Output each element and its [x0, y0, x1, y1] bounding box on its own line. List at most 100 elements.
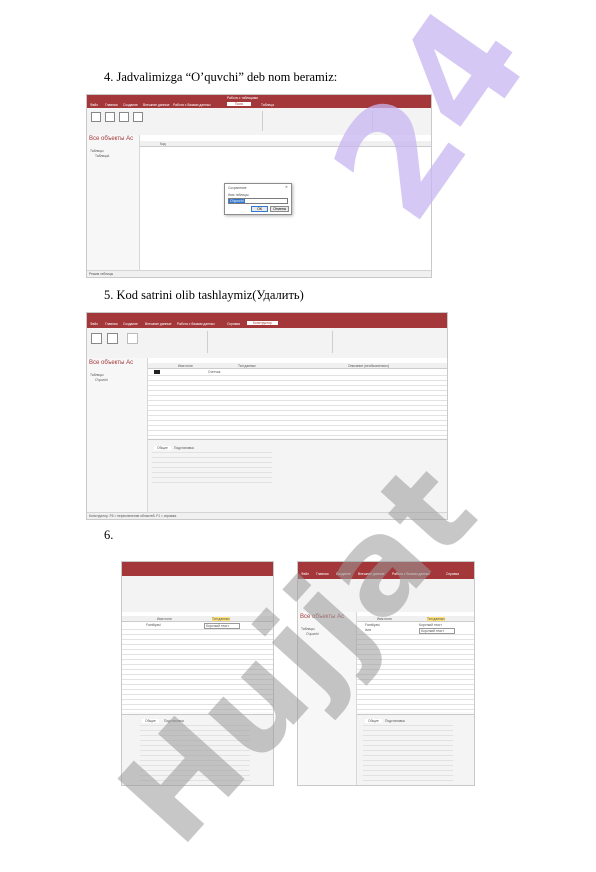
tab-create[interactable]: Создание [336, 572, 351, 576]
ribbon [122, 576, 273, 613]
nav-group-tables[interactable]: Таблицы [301, 627, 314, 631]
field-properties-pane: Общие Подстановка [122, 714, 273, 785]
tab-database[interactable]: Работа с базами данных [392, 572, 430, 576]
nav-item-table[interactable]: O'quvchi [306, 632, 319, 636]
props-tab-general[interactable]: Общие [154, 446, 171, 450]
ribbon [298, 579, 474, 613]
field-grid-area: Имя поля Тип данных Familiyasi Короткий … [357, 612, 474, 712]
tab-database[interactable]: Работа с базами данных [173, 103, 211, 107]
column-header-row: Код [140, 141, 431, 147]
nav-pane-title[interactable]: Все объекты Ac [89, 136, 133, 142]
table-name-value: O'quvchi [229, 199, 245, 203]
nav-group-tables[interactable]: Таблицы [90, 373, 103, 377]
props-tab-lookup[interactable]: Подстановка [164, 719, 184, 723]
step-6-caption: 6. [104, 528, 113, 543]
tab-database[interactable]: Работа с базами данных [177, 322, 215, 326]
tab-create[interactable]: Создание [123, 322, 138, 326]
cancel-button[interactable]: Отмена [270, 206, 289, 212]
save-as-dialog: Сохранение ✕ Имя таблицы: O'quvchi ОК От… [224, 183, 292, 215]
view-icon[interactable] [91, 112, 101, 122]
header-field-name: Имя поля [157, 616, 172, 621]
ribbon [87, 328, 447, 359]
field-grid-lines [148, 375, 447, 438]
step-4-caption: 4. Jadvalimizga “O’quvchi” deb nom beram… [104, 70, 337, 85]
tab-help[interactable]: Справка [446, 572, 459, 576]
properties-grid [152, 452, 272, 486]
field-name-cell[interactable]: Familiyasi [365, 623, 380, 627]
nav-pane-title[interactable]: Все объекты Ac [300, 614, 344, 620]
tab-create[interactable]: Создание [123, 103, 138, 107]
navigation-pane: Все объекты Ac Таблицы O'quvchi [87, 358, 148, 513]
step-number: 5. [104, 288, 114, 302]
field-grid-area: Имя поля Тип данных Familiyasi Короткий … [122, 612, 273, 712]
data-type-cell[interactable]: Короткий текст [419, 623, 442, 627]
column-header-kod[interactable]: Код [160, 142, 166, 146]
nav-item-table[interactable]: O'quvchi [95, 378, 108, 382]
header-field-name: Имя поля [377, 616, 392, 621]
props-tab-general[interactable]: Общие [365, 719, 382, 723]
status-bar: Режим таблицы [87, 270, 431, 277]
tab-table[interactable]: Таблица [261, 103, 274, 107]
number-field-icon[interactable] [119, 112, 129, 122]
selected-row-marker[interactable] [154, 370, 160, 374]
field-name-cell[interactable]: Ismi [365, 628, 371, 632]
dialog-close-icon[interactable]: ✕ [285, 185, 288, 189]
ribbon [87, 108, 431, 136]
nav-item-table[interactable]: Таблица1 [95, 154, 110, 158]
nav-pane-title[interactable]: Все объекты Ac [89, 360, 133, 366]
status-left: Конструктор. F6 = переключение областей.… [89, 514, 177, 518]
status-bar: Конструктор. F6 = переключение областей.… [87, 512, 447, 519]
step-number: 4. [104, 70, 114, 84]
tab-home[interactable]: Главная [105, 322, 118, 326]
table-name-input[interactable]: O'quvchi [228, 198, 288, 204]
nav-group-tables[interactable]: Таблицы [90, 149, 103, 153]
props-tab-lookup[interactable]: Подстановка [174, 446, 194, 450]
header-data-type: Тип данных [212, 616, 230, 621]
tab-external[interactable]: Внешние данные [143, 103, 170, 107]
tab-fields[interactable]: Поля [227, 102, 251, 106]
ribbon-tabs [122, 562, 273, 576]
access-screenshot-field-ismi: Файл Главная Создание Внешние данные Раб… [297, 561, 475, 786]
field-name-cell[interactable]: Familiyasi [146, 623, 161, 627]
text-field-icon[interactable] [105, 112, 115, 122]
dialog-label: Имя таблицы: [228, 193, 250, 197]
field-properties-pane: Общие Подстановка [357, 714, 474, 785]
row-data-type[interactable]: Счетчик [208, 370, 220, 374]
tab-file[interactable]: Файл [90, 322, 98, 326]
access-screenshot-design-view: Файл Главная Создание Внешние данные Раб… [86, 312, 448, 520]
tab-help[interactable]: Справка [227, 322, 240, 326]
field-properties-pane: Общие Подстановка [148, 439, 447, 513]
step-text: Kod satrini olib tashlaymiz(Удалить) [116, 288, 304, 302]
properties-grid [363, 725, 453, 783]
builder-icon[interactable] [127, 333, 138, 344]
props-tab-general[interactable]: Общие [142, 719, 159, 723]
tab-design[interactable]: Конструктор [247, 321, 278, 325]
ok-button[interactable]: ОК [251, 206, 268, 212]
primary-key-icon[interactable] [107, 333, 118, 344]
header-field-name: Имя поля [178, 363, 193, 368]
header-data-type: Тип данных [427, 616, 445, 621]
tab-file[interactable]: Файл [301, 572, 309, 576]
access-screenshot-save-dialog: Работа с таблицами Файл Главная Создание… [86, 94, 432, 278]
step-text: Jadvalimizga “O’quvchi” deb nom beramiz: [116, 70, 338, 84]
tab-home[interactable]: Главная [316, 572, 329, 576]
field-header-row: Имя поля Тип данных [122, 616, 273, 622]
field-header-row: Имя поля Тип данных Описание (необязател… [148, 363, 447, 369]
tab-file[interactable]: Файл [90, 103, 98, 107]
step-5-caption: 5. Kod satrini olib tashlaymiz(Удалить) [104, 288, 304, 303]
window-title: Работа с таблицами [227, 96, 259, 100]
currency-field-icon[interactable] [133, 112, 143, 122]
view-icon[interactable] [91, 333, 102, 344]
ribbon-group-divider [207, 331, 208, 353]
navigation-pane: Все объекты Ac Таблицы O'quvchi [298, 612, 357, 785]
field-grid-lines [122, 629, 273, 712]
tab-external[interactable]: Внешние данные [358, 572, 385, 576]
header-description: Описание (необязательно) [348, 363, 390, 368]
title-bar [87, 313, 447, 320]
field-header-row: Имя поля Тип данных [357, 616, 474, 622]
props-tab-lookup[interactable]: Подстановка [385, 719, 405, 723]
header-data-type: Тип данных [238, 363, 256, 368]
tab-external[interactable]: Внешние данные [145, 322, 172, 326]
step-number: 6. [104, 528, 114, 542]
tab-home[interactable]: Главная [105, 103, 118, 107]
